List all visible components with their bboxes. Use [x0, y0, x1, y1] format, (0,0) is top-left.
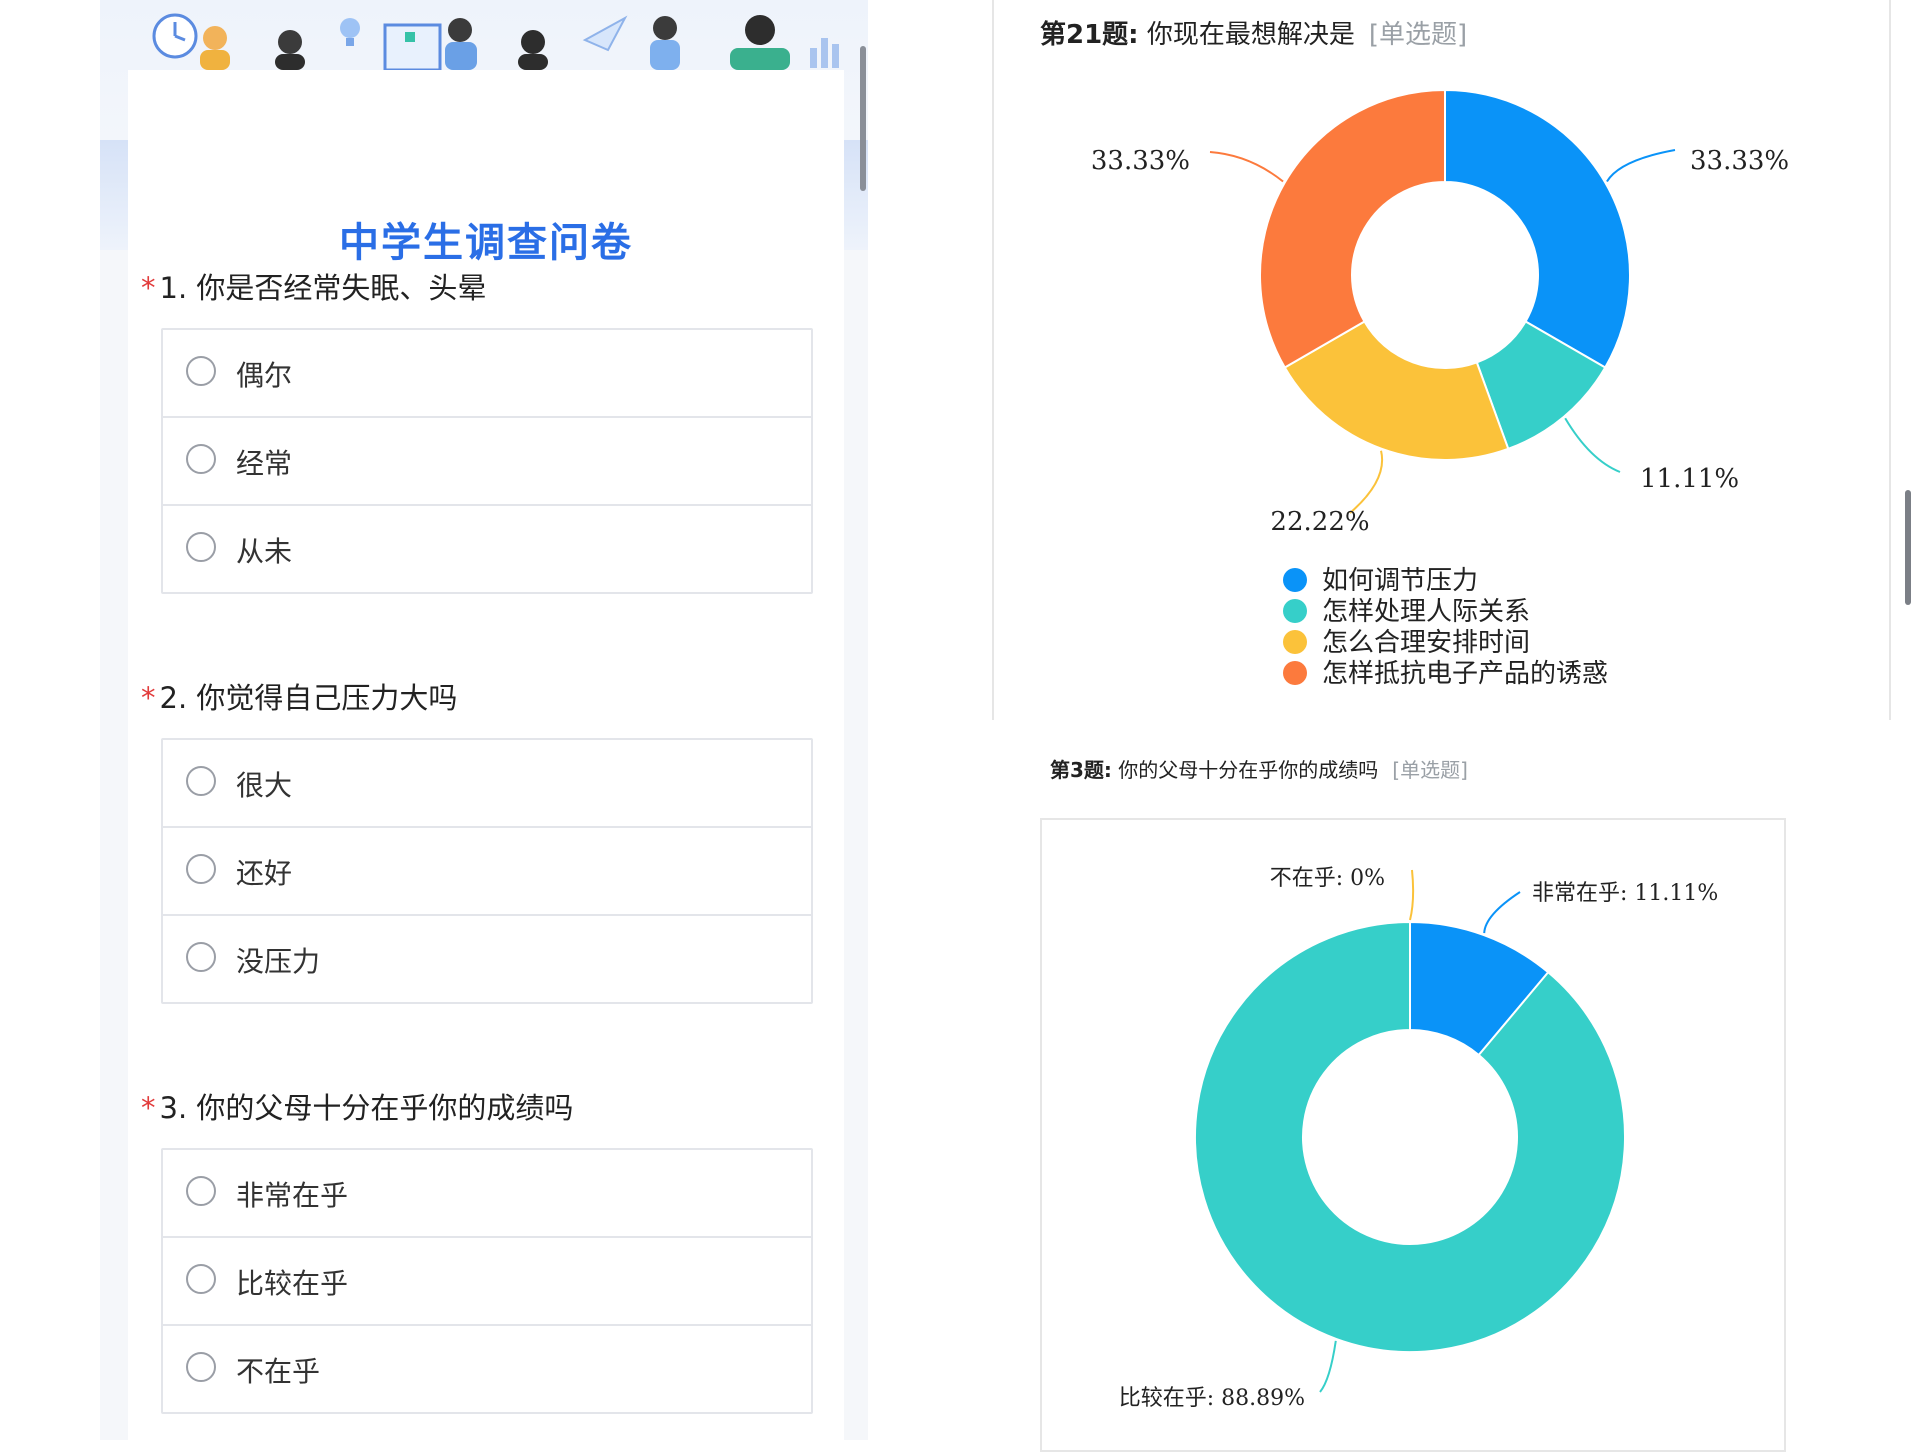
slice-label: 比较在乎: 88.89% [1119, 1386, 1305, 1411]
bar-chart-icon [810, 38, 839, 68]
option-row[interactable]: 没压力 [163, 914, 811, 1002]
leader-line [1606, 149, 1676, 183]
question-type-tag: [单选题] [1392, 758, 1468, 782]
option-label: 没压力 [236, 945, 321, 978]
donut-chart-q3: 非常在乎: 11.11% 比较在乎: 88.89% 不在乎: 0% [1119, 866, 1719, 1411]
question-text: 3. 你的父母十分在乎你的成绩吗 [159, 1091, 574, 1125]
question-text: 2. 你觉得自己压力大吗 [159, 681, 458, 715]
option-row[interactable]: 还好 [163, 826, 811, 914]
slice-label: 不在乎: 0% [1270, 866, 1385, 891]
option-row[interactable]: 比较在乎 [163, 1236, 811, 1324]
option-label: 经常 [236, 447, 293, 480]
slice-label: 11.11% [1640, 464, 1739, 494]
leader-line [1319, 1340, 1337, 1393]
chart-title: 第3题: 你的父母十分在乎你的成绩吗 [单选题] [1050, 754, 1468, 783]
person-figure-icon [200, 26, 230, 70]
required-mark: * [141, 271, 156, 305]
radio-button[interactable] [186, 356, 216, 386]
option-label: 从未 [236, 535, 293, 568]
header-illustration [152, 13, 839, 70]
option-row[interactable]: 非常在乎 [163, 1150, 811, 1236]
legend-marker [1283, 630, 1307, 654]
option-row[interactable]: 偶尔 [163, 330, 811, 416]
person-figure-icon [445, 18, 477, 70]
scrollbar-thumb[interactable] [1905, 490, 1911, 605]
option-label: 比较在乎 [236, 1267, 349, 1300]
option-label: 不在乎 [236, 1355, 321, 1388]
radio-button[interactable] [186, 444, 216, 474]
radio-button[interactable] [186, 766, 216, 796]
leader-line [1409, 869, 1415, 921]
slice-label: 非常在乎: 11.11% [1532, 881, 1718, 906]
survey-title: 中学生调查问卷 [339, 220, 633, 266]
question-number: 第21题: [1040, 20, 1139, 50]
question-text: 1. 你是否经常失眠、头晕 [159, 271, 487, 305]
radio-button[interactable] [186, 532, 216, 562]
required-mark: * [141, 1091, 156, 1125]
person-figure-icon [730, 15, 790, 70]
person-figure-icon [275, 30, 305, 70]
question-number: 第3题: [1050, 758, 1112, 782]
lightbulb-icon [340, 18, 360, 46]
chart-title: 第21题: 你现在最想解决是 [单选题] [1040, 14, 1467, 51]
slice-label: 33.33% [1091, 146, 1190, 176]
board-icon [383, 23, 442, 70]
slice-label: 22.22% [1270, 507, 1369, 537]
survey-card: 中学生调查问卷 * 1. 你是否经常失眠、头晕 偶尔 经常 从未 * 2. 你觉得自… [128, 70, 844, 1440]
option-group: 非常在乎 比较在乎 不在乎 [161, 1148, 813, 1414]
leader-line [1209, 151, 1284, 183]
radio-button[interactable] [186, 1176, 216, 1206]
required-mark: * [141, 681, 156, 715]
option-row[interactable]: 很大 [163, 740, 811, 826]
question-title: 你的父母十分在乎你的成绩吗 [1118, 758, 1379, 782]
background-band [100, 140, 128, 250]
donut-chart-q21: 33.33% 11.11% 22.22% 33.33% 如何调节压力怎样处理人际关系怎么… [1091, 88, 1789, 689]
question-title: * 3. 你的父母十分在乎你的成绩吗 [141, 1085, 573, 1127]
option-label: 偶尔 [236, 359, 293, 392]
legend-marker [1283, 568, 1307, 592]
scrollbar-thumb[interactable] [860, 46, 866, 191]
leader-line [1564, 417, 1621, 473]
person-figure-icon [518, 30, 548, 70]
legend-label: 怎样处理人际关系 [1322, 597, 1530, 627]
radio-button[interactable] [186, 854, 216, 884]
legend-label: 如何调节压力 [1322, 566, 1478, 596]
option-row[interactable]: 经常 [163, 416, 811, 504]
option-label: 非常在乎 [236, 1179, 349, 1212]
legend-label: 怎么合理安排时间 [1322, 628, 1530, 658]
option-group: 很大 还好 没压力 [161, 738, 813, 1004]
clock-icon [152, 13, 198, 59]
slice-label: 33.33% [1690, 146, 1789, 176]
legend-marker [1283, 661, 1307, 685]
radio-button[interactable] [186, 1264, 216, 1294]
question-title: 你现在最想解决是 [1146, 20, 1355, 50]
donut-slice [1259, 88, 1446, 369]
option-row[interactable]: 不在乎 [163, 1324, 811, 1412]
question-title: * 1. 你是否经常失眠、头晕 [141, 265, 486, 307]
donut-slice [1194, 920, 1626, 1353]
leader-line [1349, 450, 1384, 514]
radio-button[interactable] [186, 942, 216, 972]
radio-button[interactable] [186, 1352, 216, 1382]
option-label: 很大 [236, 769, 293, 802]
legend-label: 怎样抵抗电子产品的诱惑 [1322, 659, 1608, 689]
option-group: 偶尔 经常 从未 [161, 328, 813, 594]
legend-marker [1283, 599, 1307, 623]
donut-slice [1444, 88, 1631, 369]
person-figure-icon [650, 16, 680, 70]
option-row[interactable]: 从未 [163, 504, 811, 592]
question-type-tag: [单选题] [1368, 20, 1468, 50]
leader-line [1483, 891, 1521, 934]
option-label: 还好 [236, 857, 293, 890]
paper-plane-icon [582, 15, 628, 52]
question-title: * 2. 你觉得自己压力大吗 [141, 675, 457, 717]
